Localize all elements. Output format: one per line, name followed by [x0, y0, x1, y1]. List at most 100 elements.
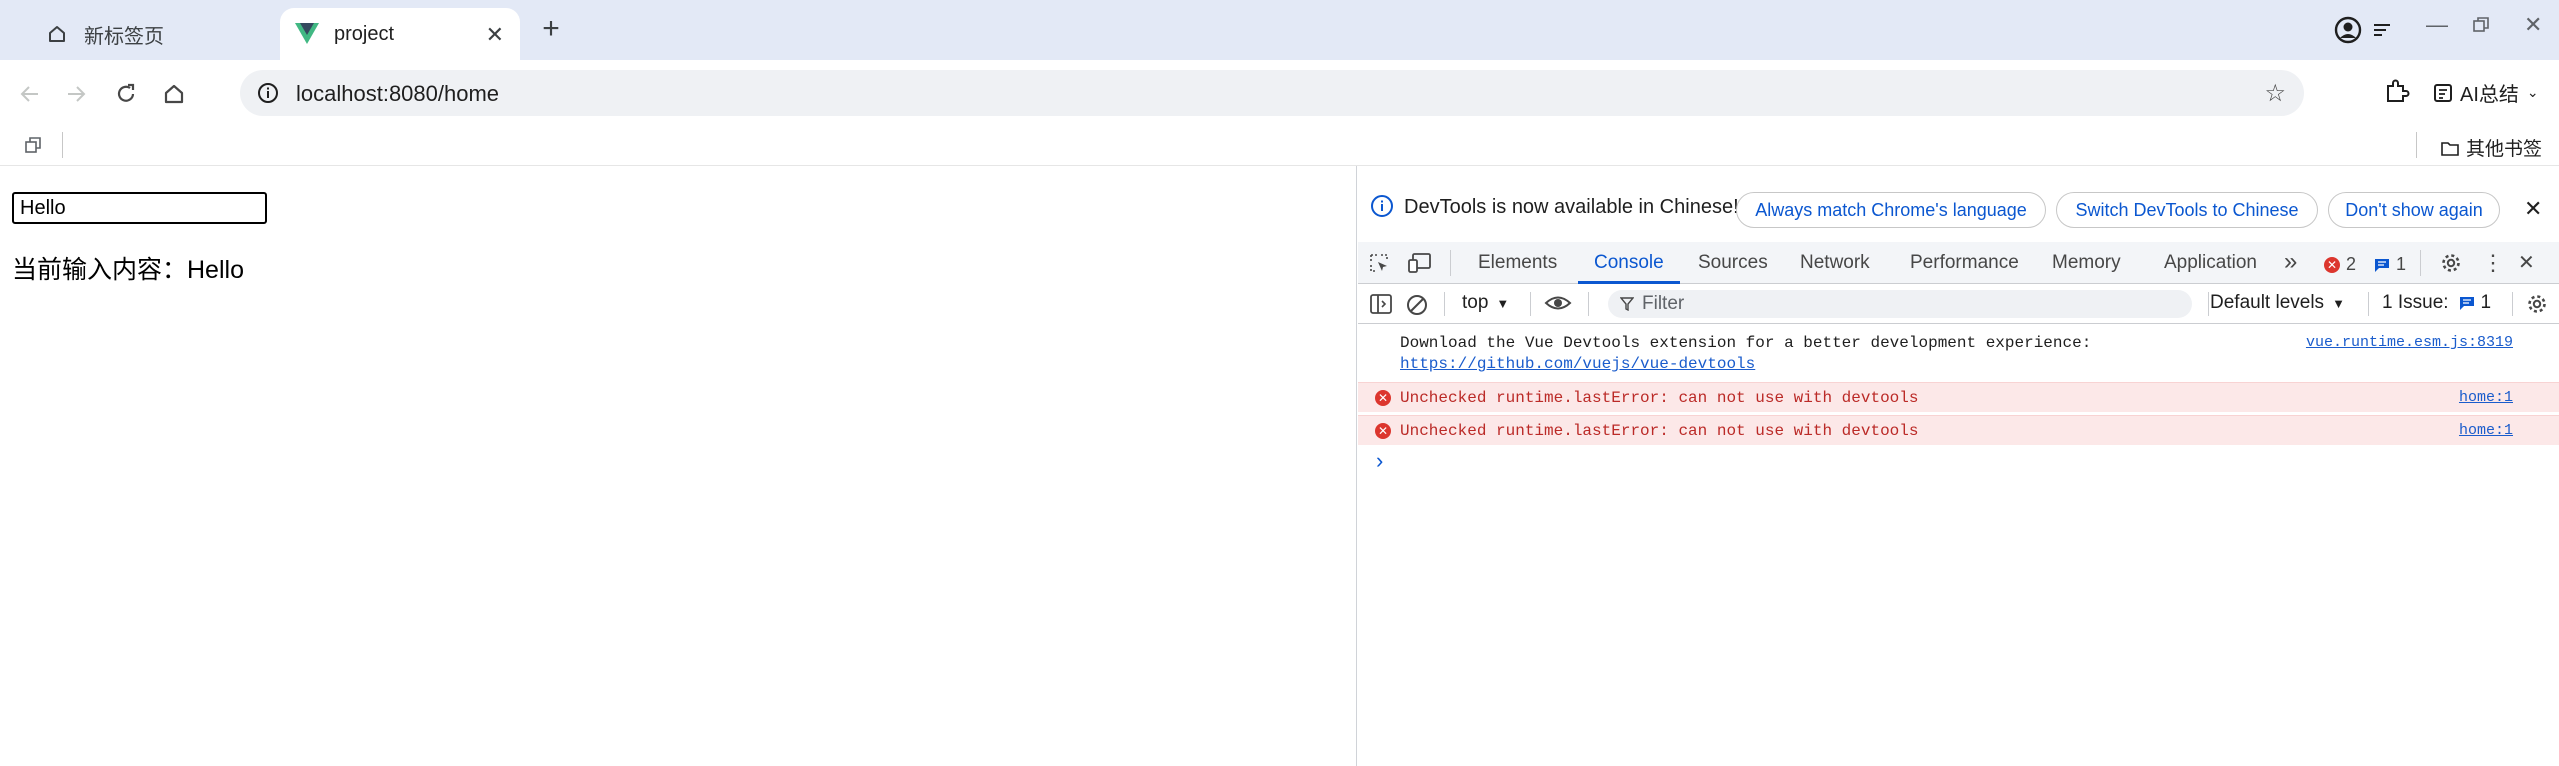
tab-title: project: [334, 22, 395, 45]
other-bookmarks-folder[interactable]: 其他书签: [2440, 134, 2542, 161]
clear-console-icon[interactable]: [1406, 294, 1428, 316]
infobar-message: DevTools is now available in Chinese!: [1404, 196, 1739, 218]
dont-show-again-button[interactable]: Don't show again: [2328, 192, 2500, 228]
reload-button[interactable]: [108, 76, 144, 112]
divider: [1530, 292, 1531, 316]
tab-new-tab[interactable]: 新标签页: [30, 8, 274, 60]
more-options-icon[interactable]: ⋮: [2482, 250, 2504, 276]
message-text: Download the Vue Devtools extension for …: [1400, 334, 2092, 352]
home-button[interactable]: [156, 76, 192, 112]
bookmark-star-icon[interactable]: ☆: [2264, 79, 2286, 108]
error-icon: ✕: [1375, 423, 1391, 439]
message-icon: [2375, 258, 2389, 272]
error-icon: ✕: [2324, 256, 2340, 273]
chevron-down-icon: ⌄: [2526, 84, 2539, 100]
divider: [2420, 250, 2421, 276]
issues-button[interactable]: 1 Issue: 1: [2382, 292, 2491, 314]
context-selector[interactable]: top ▼: [1462, 292, 1509, 314]
message-text: Unchecked runtime.lastError: can not use…: [1400, 389, 1919, 407]
message-source-link[interactable]: vue.runtime.esm.js:8319: [2306, 334, 2513, 351]
other-bookmarks-label: 其他书签: [2466, 139, 2543, 160]
filter-icon: [1620, 297, 1634, 311]
log-levels-label: Default levels: [2210, 292, 2325, 313]
folder-icon: [2441, 141, 2459, 156]
vue-logo-icon: [294, 21, 320, 47]
console-settings-gear-icon[interactable]: [2526, 293, 2548, 315]
close-infobar-icon[interactable]: ✕: [2524, 196, 2542, 222]
tab-elements[interactable]: Elements: [1478, 252, 1557, 274]
sidebar-toggle-icon[interactable]: [1370, 294, 1392, 314]
dropdown-arrow-icon: ▼: [1496, 295, 1510, 311]
site-info-icon[interactable]: [256, 81, 280, 110]
forward-button[interactable]: [58, 76, 94, 112]
address-bar[interactable]: localhost:8080/home ☆: [240, 70, 2304, 116]
console-toolbar: top ▼ Filter Default levels ▼ 1 Issue: 1: [1358, 284, 2559, 324]
back-button[interactable]: [12, 76, 48, 112]
live-expression-eye-icon[interactable]: [1544, 292, 1572, 314]
close-window-icon[interactable]: ✕: [2524, 12, 2542, 38]
divider: [2416, 132, 2417, 158]
tab-groups-icon[interactable]: [24, 136, 42, 159]
error-icon: ✕: [1375, 390, 1391, 406]
issues-label: 1 Issue:: [2382, 292, 2449, 313]
tab-project[interactable]: project ✕: [280, 8, 520, 60]
tab-console[interactable]: Console: [1594, 252, 1664, 274]
home-icon: [44, 21, 70, 47]
filter-input[interactable]: Filter: [1608, 290, 2192, 318]
message-icon: [2459, 297, 2474, 310]
divider: [62, 132, 63, 158]
browser-toolbar: localhost:8080/home ☆ AI总结 ⌄: [0, 60, 2559, 126]
tab-title: 新标签页: [84, 25, 164, 48]
always-match-language-button[interactable]: Always match Chrome's language: [1736, 192, 2046, 228]
message-count: 1: [2396, 254, 2407, 274]
console-error-message: ✕ Unchecked runtime.lastError: can not u…: [1358, 382, 2559, 412]
new-tab-button[interactable]: +: [536, 14, 566, 44]
dropdown-arrow-icon: ▼: [2332, 295, 2345, 311]
log-levels-dropdown[interactable]: Default levels ▼: [2210, 292, 2345, 314]
more-tabs-icon[interactable]: »: [2284, 248, 2297, 276]
close-tab-icon[interactable]: ✕: [486, 22, 504, 48]
devtools-panel: DevTools is now available in Chinese! Al…: [1358, 166, 2559, 766]
message-source-link[interactable]: home:1: [2459, 389, 2513, 406]
divider: [1450, 250, 1451, 276]
divider: [2208, 292, 2209, 316]
page-viewport: 当前输入内容：Hello: [0, 166, 1357, 766]
url-text[interactable]: localhost:8080/home: [296, 81, 499, 107]
console-error-message: ✕ Unchecked runtime.lastError: can not u…: [1358, 415, 2559, 445]
text-input[interactable]: [12, 192, 267, 224]
extensions-icon[interactable]: [2382, 78, 2410, 111]
tab-network[interactable]: Network: [1800, 252, 1870, 274]
divider: [1444, 292, 1445, 316]
error-count: 2: [2346, 254, 2357, 274]
message-counter[interactable]: 1: [2374, 254, 2406, 275]
message-text: Unchecked runtime.lastError: can not use…: [1400, 422, 1919, 440]
devtools-tab-bar: Elements Console Sources Network Perform…: [1358, 242, 2559, 284]
console-message: Download the Vue Devtools extension for …: [1358, 328, 2559, 378]
divider: [2512, 292, 2513, 316]
divider: [1588, 292, 1589, 316]
minimize-icon[interactable]: —: [2426, 12, 2448, 38]
ai-summary-button[interactable]: AI总结 ⌄: [2432, 78, 2539, 107]
tab-search-icon[interactable]: [2372, 22, 2392, 43]
device-toolbar-icon[interactable]: [1408, 252, 1432, 274]
bookmarks-bar: 其他书签: [0, 126, 2559, 166]
tab-performance[interactable]: Performance: [1910, 252, 2019, 274]
restore-icon[interactable]: [2472, 14, 2490, 40]
filter-placeholder: Filter: [1642, 293, 1685, 314]
tab-sources[interactable]: Sources: [1698, 252, 1768, 274]
settings-gear-icon[interactable]: [2440, 252, 2462, 274]
error-counter[interactable]: ✕ 2: [2324, 254, 2356, 275]
reload-icon: [117, 83, 135, 102]
message-source-link[interactable]: home:1: [2459, 422, 2513, 439]
home-icon: [164, 84, 184, 104]
console-prompt[interactable]: ›: [1376, 448, 1383, 474]
tab-application[interactable]: Application: [2164, 252, 2257, 274]
inspect-element-icon[interactable]: [1368, 252, 1390, 274]
profile-icon[interactable]: [2332, 14, 2364, 46]
tab-memory[interactable]: Memory: [2052, 252, 2121, 274]
forward-arrow-icon: [68, 86, 86, 102]
close-devtools-icon[interactable]: ✕: [2518, 250, 2535, 275]
message-link[interactable]: https://github.com/vuejs/vue-devtools: [1400, 355, 1755, 373]
switch-to-chinese-button[interactable]: Switch DevTools to Chinese: [2056, 192, 2318, 228]
divider: [2368, 292, 2369, 316]
